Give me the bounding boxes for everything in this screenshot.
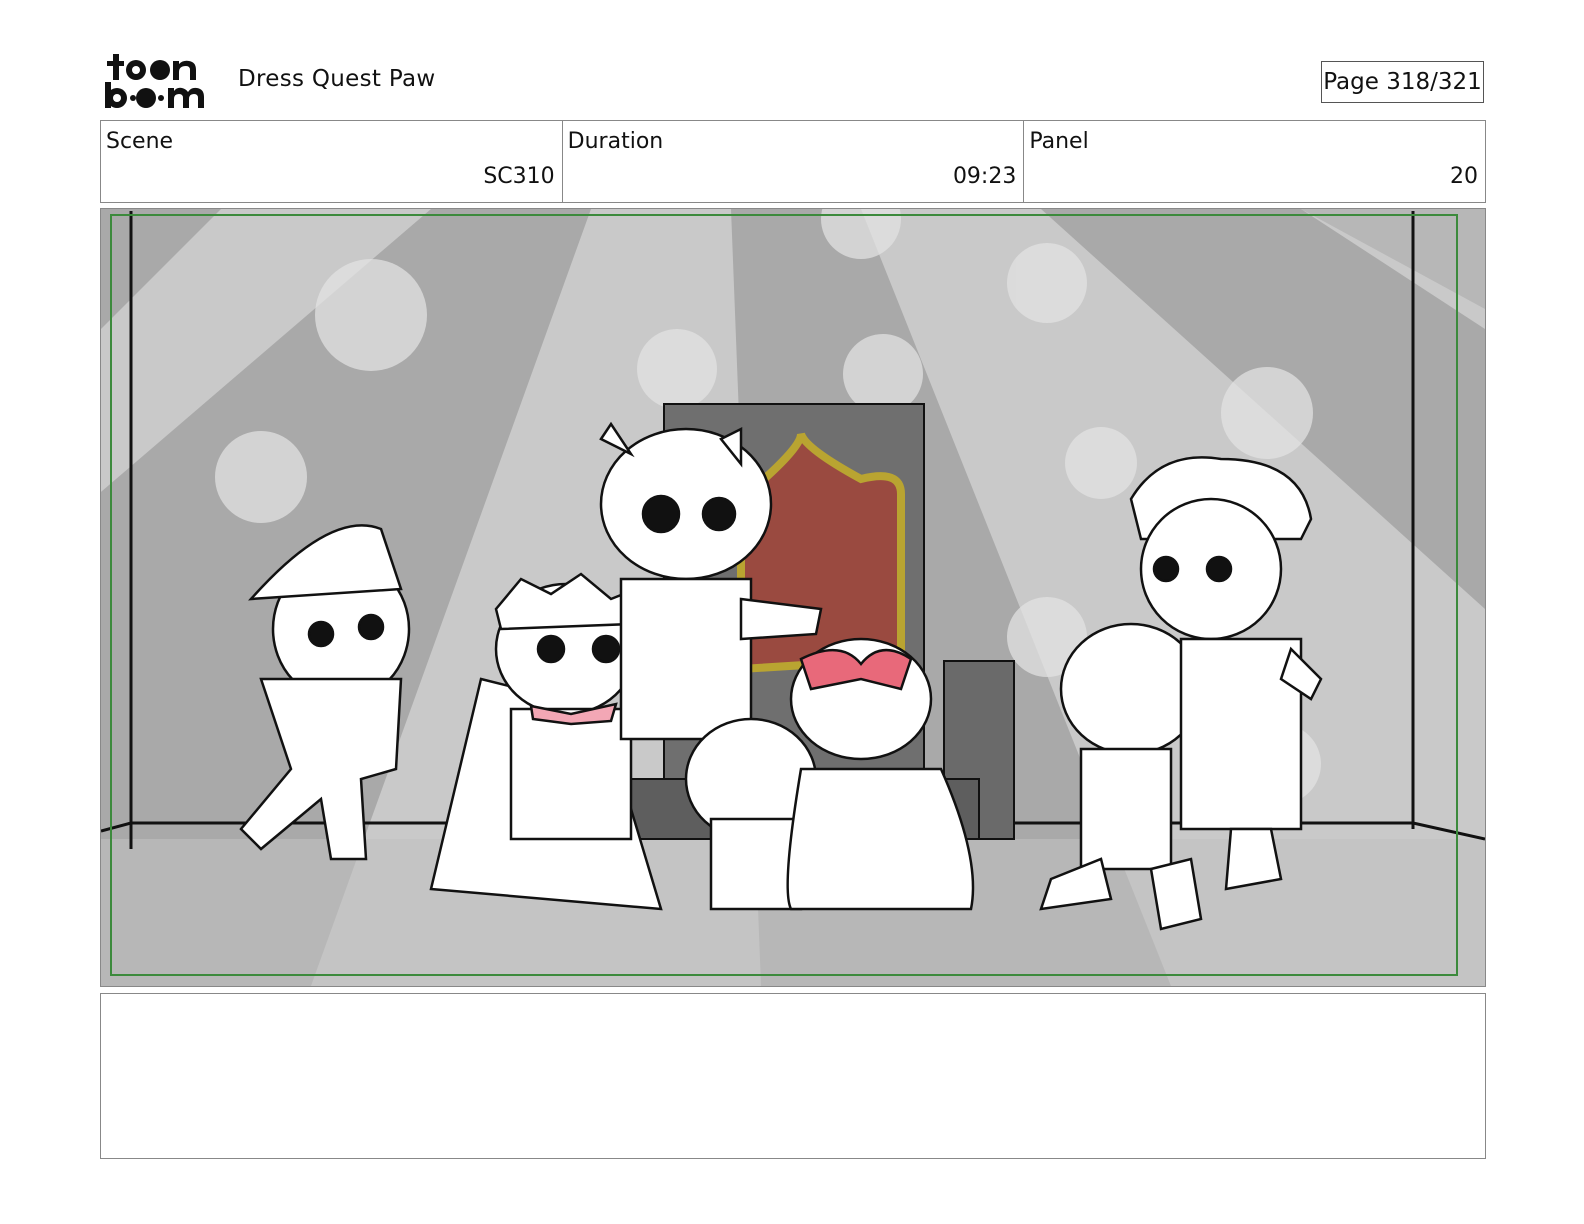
storyboard-sketch-image [101, 209, 1485, 986]
scene-value: SC310 [483, 164, 555, 189]
storyboard-panel [100, 208, 1486, 987]
page-indicator: Page 318/321 [1321, 61, 1484, 103]
panel-value: 20 [1450, 164, 1479, 189]
panel-label: Panel [1029, 129, 1089, 154]
panel-notes-box [100, 993, 1486, 1159]
scene-label: Scene [106, 129, 174, 154]
panel-cell: Panel 20 [1024, 121, 1485, 202]
toon-boom-logo [103, 50, 215, 112]
scene-cell: Scene SC310 [101, 121, 563, 202]
duration-label: Duration [567, 129, 664, 154]
duration-cell: Duration 09:23 [563, 121, 1025, 202]
scene-info-table: Scene SC310 Duration 09:23 Panel 20 [100, 120, 1486, 203]
duration-value: 09:23 [952, 164, 1017, 189]
project-title: Dress Quest Paw [238, 66, 436, 92]
